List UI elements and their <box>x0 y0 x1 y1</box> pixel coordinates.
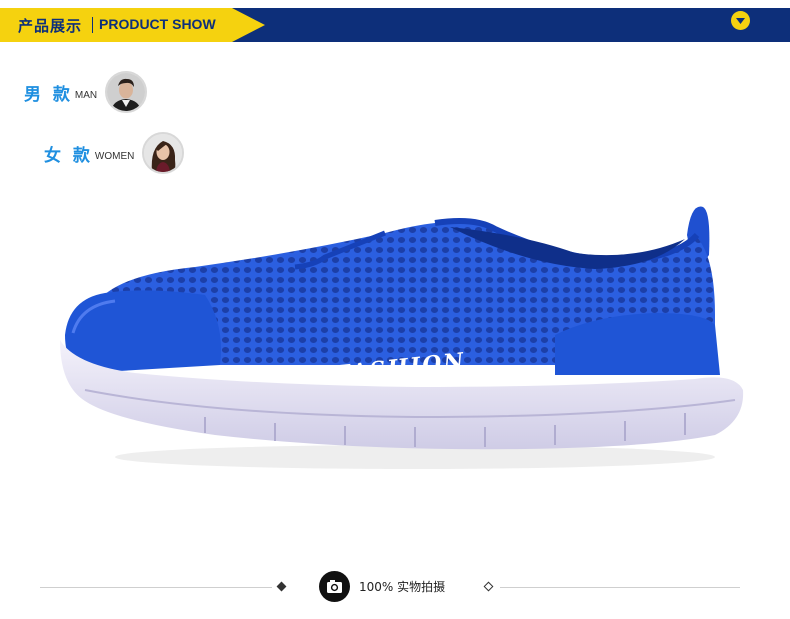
avatar-man-icon <box>105 71 148 113</box>
avatar-woman-icon <box>142 132 185 174</box>
camera-icon <box>319 571 350 602</box>
diamond-filled-icon <box>276 581 287 592</box>
gender-label-cn: 女 款 <box>44 145 93 166</box>
gender-label-en: WOMEN <box>94 150 135 162</box>
gender-link-man[interactable]: 男 款 MAN <box>24 71 148 113</box>
banner-title-cn: 产品展示 <box>18 17 83 35</box>
gender-label-cn: 男 款 <box>24 84 73 105</box>
footer-divider-right <box>500 587 740 588</box>
diamond-outline-icon <box>483 581 494 592</box>
footer-caption: 100% 实物拍摄 <box>359 580 446 594</box>
gender-label-en: MAN <box>74 89 98 101</box>
title-divider <box>92 17 93 33</box>
header-banner: 产品展示 PRODUCT SHOW <box>0 8 790 42</box>
chevron-down-icon[interactable] <box>731 11 750 30</box>
gender-link-woman[interactable]: 女 款 WOMEN <box>44 132 185 174</box>
banner-title-tab: 产品展示 PRODUCT SHOW <box>0 8 265 42</box>
banner-title-en: PRODUCT SHOW <box>99 16 216 32</box>
footer-divider-left <box>40 587 272 588</box>
product-image: FASHION <box>55 195 755 485</box>
